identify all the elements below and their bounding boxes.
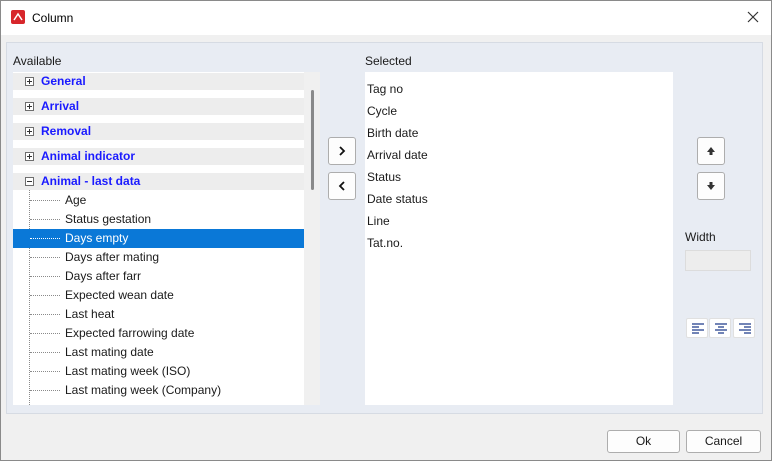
tree-group-removal[interactable]: Removal [13,123,304,140]
tree-item-label: Age [65,193,87,207]
tree-item-label: Status gestation [65,212,152,226]
move-down-button[interactable] [697,172,725,200]
list-item[interactable]: Status [367,170,401,184]
tree-item-last-mating-week-company[interactable]: Last mating week (Company) [13,381,304,400]
tree-item-label: Days after farr [65,269,142,283]
align-right-button[interactable] [733,318,755,338]
move-up-button[interactable] [697,137,725,165]
list-item[interactable]: Birth date [367,126,418,140]
available-label: Available [13,54,62,68]
tree-group-label: Removal [41,124,92,138]
tree-item-label: Days after mating [65,250,160,264]
collapse-minus-icon[interactable] [25,177,34,186]
chevron-left-icon [338,181,345,191]
list-item[interactable]: Tat.no. [367,236,403,250]
available-tree[interactable]: General Arrival Removal Animal indicator… [13,72,320,405]
align-center-icon [715,323,727,334]
chevron-right-icon [339,146,346,156]
tree-connector [30,219,60,220]
tree-connector [30,333,60,334]
tree-group-label: Animal - last data [41,174,141,188]
tree-group-general[interactable]: General [13,73,304,90]
tree-connector [30,257,60,258]
tree-item-age[interactable]: Age [13,191,304,210]
tree-item-label: Last heat [65,307,115,321]
tree-connector [30,390,60,391]
selected-list[interactable]: Tag no Cycle Birth date Arrival date Sta… [365,72,673,405]
tree-group-label: Animal indicator [41,149,136,163]
scrollbar-thumb[interactable] [311,90,314,190]
list-item[interactable]: Date status [367,192,428,206]
tree-item-last-mating-week-iso[interactable]: Last mating week (ISO) [13,362,304,381]
list-item[interactable]: Tag no [367,82,403,96]
list-item[interactable]: Arrival date [367,148,428,162]
width-input[interactable] [685,250,751,271]
align-left-button[interactable] [686,318,708,338]
selected-label: Selected [365,54,412,68]
title-bar: Column [1,1,771,35]
tree-item-label: Expected wean date [65,288,174,302]
tree-item-label: Last mating week (Company) [65,383,222,397]
tree-group-label: Arrival [41,99,80,113]
width-label: Width [685,230,716,244]
tree-item-last-heat[interactable]: Last heat [13,305,304,324]
tree-item-last-mating-date[interactable]: Last mating date [13,343,304,362]
tree-group-label: General [41,74,86,88]
remove-column-button[interactable] [328,172,356,200]
add-column-button[interactable] [328,137,356,165]
tree-item-label: Last mating week (ISO) [65,364,191,378]
tree-group-animal-indicator[interactable]: Animal indicator [13,148,304,165]
tree-connector [30,276,60,277]
tree-connector [30,238,60,239]
tree-item-days-after-mating[interactable]: Days after mating [13,248,304,267]
align-left-icon [692,323,704,334]
expand-plus-icon[interactable] [25,127,34,136]
expand-plus-icon[interactable] [25,152,34,161]
arrow-up-icon [707,147,715,155]
tree-item-expected-farrowing-date[interactable]: Expected farrowing date [13,324,304,343]
tree-item-expected-wean-date[interactable]: Expected wean date [13,286,304,305]
tree-connector [30,200,60,201]
tree-connector [30,295,60,296]
list-item[interactable]: Cycle [367,104,397,118]
tree-connector [30,314,60,315]
tree-connector [30,352,60,353]
tree-connector [30,371,60,372]
list-item[interactable]: Line [367,214,390,228]
tree-item-days-after-farr[interactable]: Days after farr [13,267,304,286]
tree-item-label: Days empty [65,231,129,245]
close-icon[interactable] [745,9,761,25]
expand-plus-icon[interactable] [25,102,34,111]
tree-item-label: Expected farrowing date [65,326,195,340]
tree-item-label: Last mating date [65,345,154,359]
app-logo-icon [11,10,25,24]
tree-item-days-empty[interactable]: Days empty [13,229,304,248]
tree-item-status-gestation[interactable]: Status gestation [13,210,304,229]
expand-plus-icon[interactable] [25,77,34,86]
window-title: Column [32,11,74,25]
align-right-icon [739,323,751,334]
arrow-down-icon [707,182,715,190]
available-scrollbar[interactable] [304,72,320,405]
tree-group-animal-last-data[interactable]: Animal - last data [13,173,304,190]
cancel-button[interactable]: Cancel [686,430,761,453]
ok-button[interactable]: Ok [607,430,680,453]
tree-group-arrival[interactable]: Arrival [13,98,304,115]
align-center-button[interactable] [709,318,731,338]
